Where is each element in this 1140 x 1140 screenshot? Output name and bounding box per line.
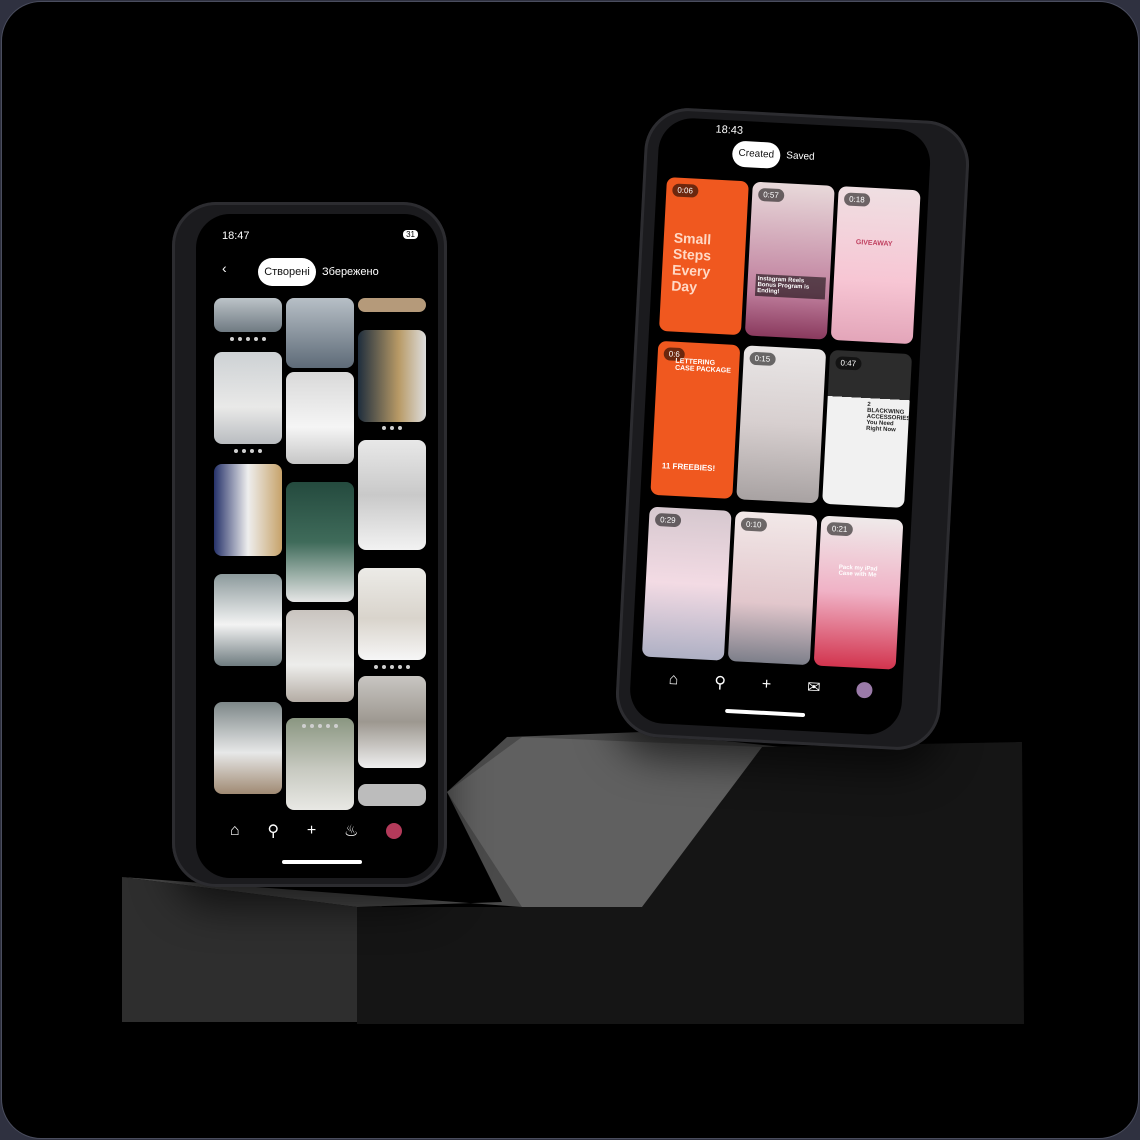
pin-tile[interactable]: 0:57 Instagram Reels Bonus Program is En… [744,181,835,340]
pin-tile[interactable]: 0:06 Small Steps Every Day [658,177,749,336]
left-phone-screen: 18:47 31 ‹ Створені Збережено ⌂ ⚲ + ♨ [196,214,438,878]
pin-tile[interactable] [214,352,282,444]
search-icon[interactable]: ⚲ [714,672,727,693]
home-indicator [725,708,806,718]
carousel-dots [358,665,426,670]
home-indicator [282,860,362,864]
duration-badge: 0:57 [757,187,785,203]
plus-icon[interactable]: + [761,676,771,694]
tile-caption: GIVEAWAY [855,239,893,248]
tab-saved[interactable]: Saved [786,150,815,162]
duration-badge: 0:10 [740,517,767,532]
stage: 18:47 31 ‹ Створені Збережено ⌂ ⚲ + ♨ 18… [0,0,1140,1140]
tile-caption: LETTERING CASE PACKAGE [674,357,732,375]
pin-tile[interactable] [358,440,426,550]
pin-tile[interactable] [214,702,282,794]
tile-caption: 2 BLACKWING ACCESSORIES You Need Right N… [865,401,911,434]
pin-tile[interactable] [358,330,426,422]
pin-tile[interactable] [286,718,354,810]
tile-caption-freebies: 11 FREEBIES! [661,461,716,474]
tile-caption: Instagram Reels Bonus Program is Ending! [754,273,826,300]
status-time: 18:43 [715,123,744,137]
pin-tile[interactable]: 0:10 [727,511,818,666]
pin-tile[interactable]: 0:47 2 BLACKWING ACCESSORIES You Need Ri… [822,349,913,508]
pin-tile[interactable] [358,568,426,660]
carousel-dots [358,426,426,431]
pin-tile[interactable]: 0:21 Pack my iPad Case with Me [813,515,904,670]
pin-tile[interactable] [214,298,282,332]
pin-tile[interactable] [214,574,282,666]
pin-tile[interactable] [286,298,354,368]
chat-icon[interactable]: ✉ [807,677,821,698]
tile-caption: Pack my iPad Case with Me [838,564,878,579]
tab-saved[interactable]: Збережено [322,266,379,278]
right-phone-screen: 18:43 Created Saved 0:06 Small Steps Eve… [628,116,932,737]
pin-tile[interactable] [286,372,354,464]
bell-icon[interactable]: ♨ [344,821,358,841]
pin-tile[interactable]: 0:6 LETTERING CASE PACKAGE 11 FREEBIES! [650,340,741,499]
tab-created[interactable]: Створені [258,258,316,286]
pin-tile[interactable] [358,676,426,768]
status-time: 18:47 [222,230,250,242]
carousel-dots [286,724,354,729]
home-icon[interactable]: ⌂ [668,671,679,689]
tab-created[interactable]: Created [731,140,781,169]
pin-tile[interactable]: 0:15 [736,345,827,504]
bottom-nav: ⌂ ⚲ + ♨ [216,819,416,843]
home-icon[interactable]: ⌂ [230,822,240,840]
plus-icon[interactable]: + [307,822,316,840]
carousel-dots [214,337,282,342]
avatar[interactable] [386,823,403,839]
pin-tile[interactable] [358,298,426,312]
pin-tile[interactable]: 0:18 GIVEAWAY [830,186,921,345]
search-icon[interactable]: ⚲ [267,821,279,841]
duration-badge: 0:29 [654,512,681,528]
tile-caption: Small Steps Every Day [670,229,712,295]
duration-badge: 0:18 [843,192,870,207]
pin-tile[interactable] [358,784,426,806]
back-chevron-icon[interactable]: ‹ [222,260,227,276]
duration-badge: 0:15 [749,351,776,366]
battery-indicator: 31 [403,230,418,239]
carousel-dots [214,449,282,454]
bottom-nav: ⌂ ⚲ + ✉ [650,667,891,704]
right-phone: 18:43 Created Saved 0:06 Small Steps Eve… [613,105,972,753]
pin-tile[interactable] [214,464,282,556]
pin-tile[interactable] [286,482,354,602]
avatar[interactable] [856,681,873,699]
duration-badge: 0:47 [835,356,862,371]
photo-frame: 18:47 31 ‹ Створені Збережено ⌂ ⚲ + ♨ 18… [1,1,1139,1139]
duration-badge: 0:06 [672,183,699,198]
left-phone: 18:47 31 ‹ Створені Збережено ⌂ ⚲ + ♨ [172,202,447,887]
pin-tile[interactable]: 0:29 [641,506,732,661]
pin-tile[interactable] [286,610,354,702]
duration-badge: 0:21 [826,521,853,537]
